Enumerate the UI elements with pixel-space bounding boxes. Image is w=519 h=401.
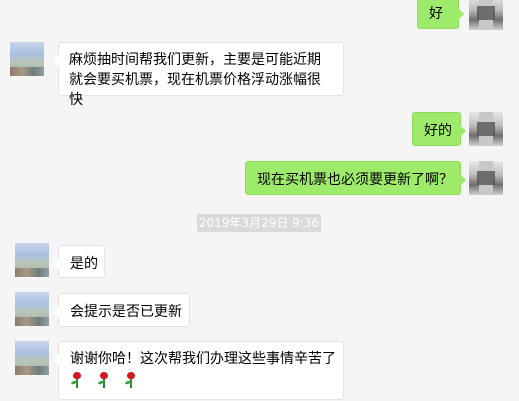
message-text: 是的 <box>70 256 98 272</box>
my-avatar[interactable] <box>469 161 503 195</box>
message-text: 好 <box>429 6 443 22</box>
message-text: 麻烦抽时间帮我们更新，主要是可能近期就会要买机票，现在机票价格浮动涨幅很快 <box>69 52 321 108</box>
message-text: 好的 <box>424 123 452 139</box>
message-bubble-received[interactable]: 谢谢你哈！这次帮我们办理这些事情辛苦了 <box>53 341 344 400</box>
message-text: 会提示是否已更新 <box>70 304 182 320</box>
emoji-row <box>70 371 332 389</box>
message-text: 谢谢你哈！这次帮我们办理这些事情辛苦了 <box>70 351 336 367</box>
message-bubble-received[interactable]: 麻烦抽时间帮我们更新，主要是可能近期就会要买机票，现在机票价格浮动涨幅很快 <box>53 42 344 108</box>
message-bubble-sent[interactable]: 好 <box>417 0 464 29</box>
rose-icon <box>124 371 138 389</box>
my-avatar[interactable] <box>469 0 503 30</box>
message-bubble-sent[interactable]: 现在买机票也必须要更新了啊？ <box>245 161 466 195</box>
contact-avatar[interactable] <box>15 243 49 277</box>
rose-icon <box>97 371 111 389</box>
contact-avatar[interactable] <box>10 42 44 76</box>
message-bubble-received[interactable]: 是的 <box>53 245 105 278</box>
contact-avatar[interactable] <box>15 292 49 326</box>
message-bubble-sent[interactable]: 好的 <box>412 112 466 146</box>
message-bubble-received[interactable]: 会提示是否已更新 <box>53 293 190 327</box>
chat-window: 好 麻烦抽时间帮我们更新，主要是可能近期就会要买机票，现在机票价格浮动涨幅很快 … <box>0 0 519 401</box>
timestamp-label: 2019年3月29日 9:36 <box>197 214 321 232</box>
rose-icon <box>70 371 84 389</box>
contact-avatar[interactable] <box>15 341 49 375</box>
message-text: 现在买机票也必须要更新了啊？ <box>257 172 453 188</box>
my-avatar[interactable] <box>469 112 503 146</box>
